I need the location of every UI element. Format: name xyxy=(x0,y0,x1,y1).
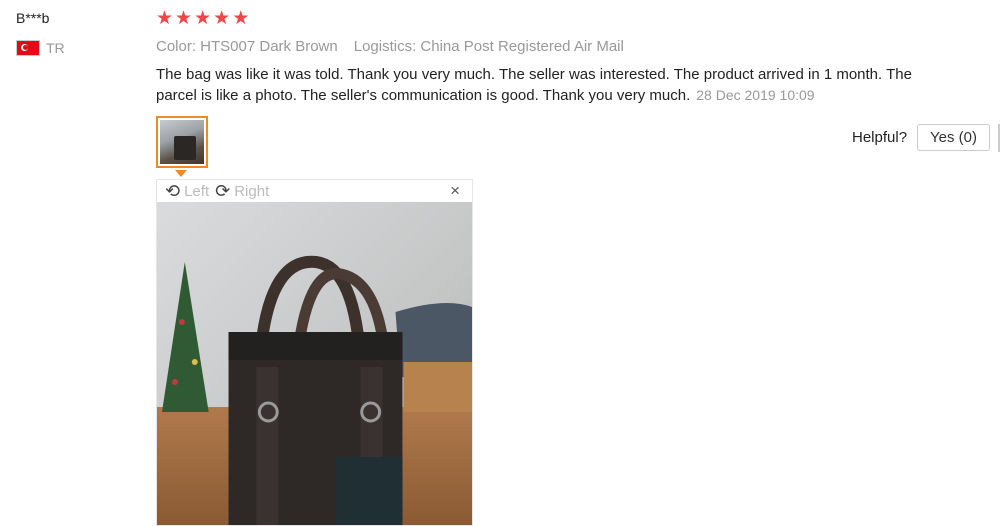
order-color: Color: HTS007 Dark Brown xyxy=(156,38,338,55)
star-icon: ★ xyxy=(232,8,250,29)
order-info: Color: HTS007 Dark Brown Logistics: Chin… xyxy=(156,38,624,55)
helpful-yes-button[interactable]: Yes (0) xyxy=(917,124,991,151)
turkey-flag-icon xyxy=(16,40,40,56)
helpful-label: Helpful? xyxy=(852,129,908,146)
rotate-left-label: Left xyxy=(184,182,210,200)
star-rating: ★ ★ ★ ★ ★ xyxy=(156,9,249,29)
star-icon: ★ xyxy=(194,8,212,29)
rotate-left-icon: ⟲ xyxy=(165,181,181,201)
review-body: The bag was like it was told. Thank you … xyxy=(156,64,956,106)
close-icon[interactable]: × xyxy=(450,181,460,201)
order-logistics: Logistics: China Post Registered Air Mai… xyxy=(353,38,624,55)
review-date: 28 Dec 2019 10:09 xyxy=(696,87,815,103)
reviewer-name: B***b xyxy=(16,10,50,26)
rotate-right-icon: ⟳ xyxy=(215,181,231,201)
reviewer-country: TR xyxy=(16,40,65,56)
photo-viewer: ⟲ Left ⟳ Right × xyxy=(156,179,473,526)
thumbnail-image xyxy=(160,120,204,164)
star-icon: ★ xyxy=(156,8,174,29)
star-icon: ★ xyxy=(213,8,231,29)
thumbnail-pointer-icon xyxy=(175,170,187,177)
rotate-right-label: Right xyxy=(234,182,270,200)
rotate-left-button[interactable]: ⟲ Left xyxy=(165,182,209,200)
helpful-section: Helpful? Yes (0) xyxy=(852,124,991,151)
thumbnail-bag-shape xyxy=(174,136,196,160)
viewer-toolbar: ⟲ Left ⟳ Right × xyxy=(157,180,472,202)
review-photo-thumbnail[interactable] xyxy=(156,116,208,168)
review-photo xyxy=(157,202,472,525)
star-icon: ★ xyxy=(175,8,193,29)
rotate-right-button[interactable]: ⟳ Right xyxy=(215,182,269,200)
country-code: TR xyxy=(46,40,65,56)
